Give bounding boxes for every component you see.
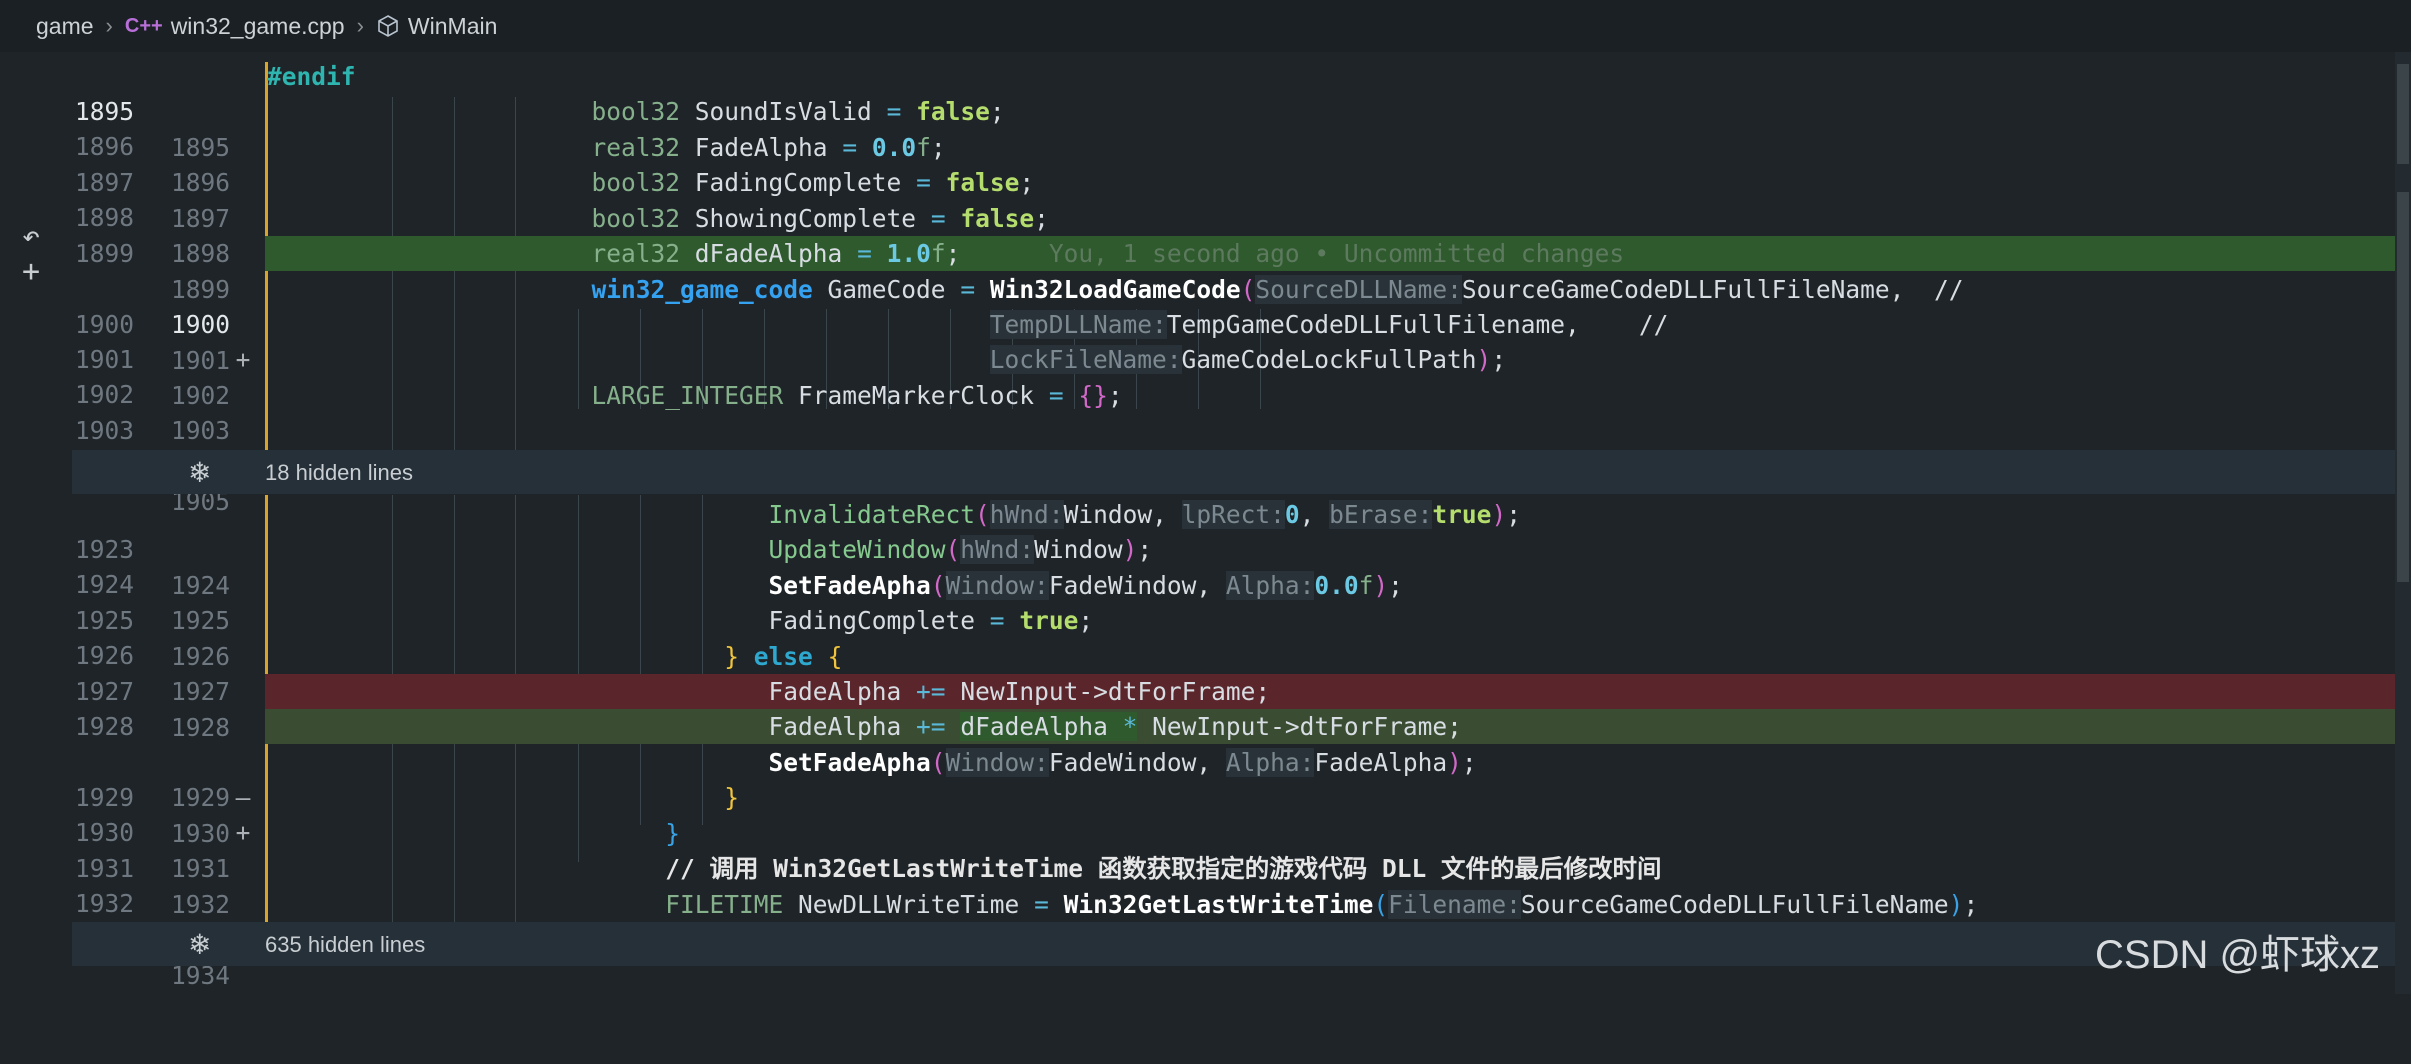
parameter-hint: Alpha: <box>1225 571 1315 600</box>
code-line[interactable]: 1932 1933 // 调用 Win32GetLastWriteTime 函数… <box>72 851 2411 954</box>
left-action-strip: ↶ + <box>0 52 72 994</box>
revert-change-icon[interactable]: ↶ <box>22 222 40 252</box>
parameter-hint: lpRect: <box>1181 500 1285 529</box>
scrollbar-thumb[interactable] <box>2397 192 2409 582</box>
chevron-right-icon: › <box>105 13 113 38</box>
parameter-hint: bErase: <box>1329 500 1433 529</box>
parameter-hint: hWnd: <box>989 500 1064 529</box>
code-line[interactable]: 1927 1928 } else { <box>72 639 2411 742</box>
breadcrumb-folder[interactable]: game <box>36 13 94 40</box>
code-line[interactable]: 1904 1905 <box>72 413 2411 515</box>
code-line[interactable]: 1899 1899 bool32 ShowingComplete = false… <box>72 201 2411 304</box>
code-line[interactable]: 1929 1930 SetFadeApha(Window:FadeWindow,… <box>72 745 2411 848</box>
code-line[interactable]: 1930 1931 } <box>72 780 2411 883</box>
parameter-hint: TempDLLName: <box>989 310 1167 339</box>
code-line[interactable]: 1898 1898 bool32 FadingComplete = false; <box>72 165 2411 268</box>
code-line[interactable]: 1926 1927 FadingComplete = true; <box>72 603 2411 706</box>
git-blame-annotation: You, 1 second ago • Uncommitted changes <box>1048 239 1625 268</box>
added-line[interactable]: 1900 + real32 dFadeAlpha = 1.0f; You, 1 … <box>72 236 2411 374</box>
code-line[interactable]: 1901 1902 TempDLLName:TempGameCodeDLLFul… <box>72 307 2411 410</box>
code-line[interactable]: 1903 1904 LARGE_INTEGER FrameMarkerClock… <box>72 378 2411 481</box>
hidden-lines-band[interactable]: ❄ 635 hidden lines <box>72 922 2411 966</box>
code-line[interactable]: 1925 1926 SetFadeApha(Window:FadeWindow,… <box>72 568 2411 671</box>
added-line[interactable]: 1929 + FadeAlpha += dFadeAlpha * NewInpu… <box>72 709 2411 847</box>
vertical-scrollbar[interactable] <box>2395 52 2411 994</box>
code-line[interactable]: 1931 1932 } <box>72 816 2411 919</box>
parameter-hint: Window: <box>945 748 1049 777</box>
parameter-hint: Window: <box>945 571 1049 600</box>
scrollbar-thumb[interactable] <box>2397 64 2409 164</box>
unfold-icon[interactable]: ❄ <box>188 928 211 961</box>
breadcrumb-symbol[interactable]: WinMain <box>376 13 497 40</box>
hidden-lines-band[interactable]: ❄ 18 hidden lines <box>72 450 2411 494</box>
breadcrumb: game › C++ win32_game.cpp › WinMain <box>0 0 2411 52</box>
parameter-hint: Alpha: <box>1225 748 1315 777</box>
code-line[interactable]: 1933 1934 FILETIME NewDLLWriteTime = Win… <box>72 887 2411 990</box>
watermark: CSDN @虾球xz <box>2095 933 2381 977</box>
parameter-hint: LockFileName: <box>989 345 1182 374</box>
code-line[interactable]: 1895 1895 #endif <box>72 59 2411 162</box>
stage-change-icon[interactable]: + <box>22 257 40 287</box>
parameter-hint: Filename: <box>1388 890 1521 919</box>
diff-editor[interactable]: 1895 1895 #endif 1896 1896 bool32 SoundI… <box>72 52 2411 994</box>
chevron-right-icon: › <box>356 13 364 38</box>
code-line[interactable]: 1923 1924 InvalidateRect(hWnd:Window, lp… <box>72 497 2411 600</box>
code-line[interactable]: 1902 1903 LockFileName:GameCodeLockFullP… <box>72 342 2411 445</box>
unfold-icon[interactable]: ❄ <box>188 456 211 489</box>
code-line[interactable]: 1924 1925 UpdateWindow(hWnd:Window); <box>72 532 2411 635</box>
code-line[interactable]: 1897 1897 real32 FadeAlpha = 0.0f; <box>72 130 2411 233</box>
code-line[interactable]: 1900 1901 win32_game_code GameCode = Win… <box>72 272 2411 375</box>
parameter-hint: SourceDLLName: <box>1255 275 1462 304</box>
removed-line[interactable]: 1928 – FadeAlpha += NewInput->dtForFrame… <box>72 674 2411 812</box>
method-cube-icon <box>376 14 400 38</box>
breadcrumb-file[interactable]: C++ win32_game.cpp <box>125 13 345 40</box>
parameter-hint: hWnd: <box>960 535 1035 564</box>
cpp-file-icon: C++ <box>124 14 163 37</box>
code-line[interactable]: 1896 1896 bool32 SoundIsValid = false; <box>72 94 2411 197</box>
